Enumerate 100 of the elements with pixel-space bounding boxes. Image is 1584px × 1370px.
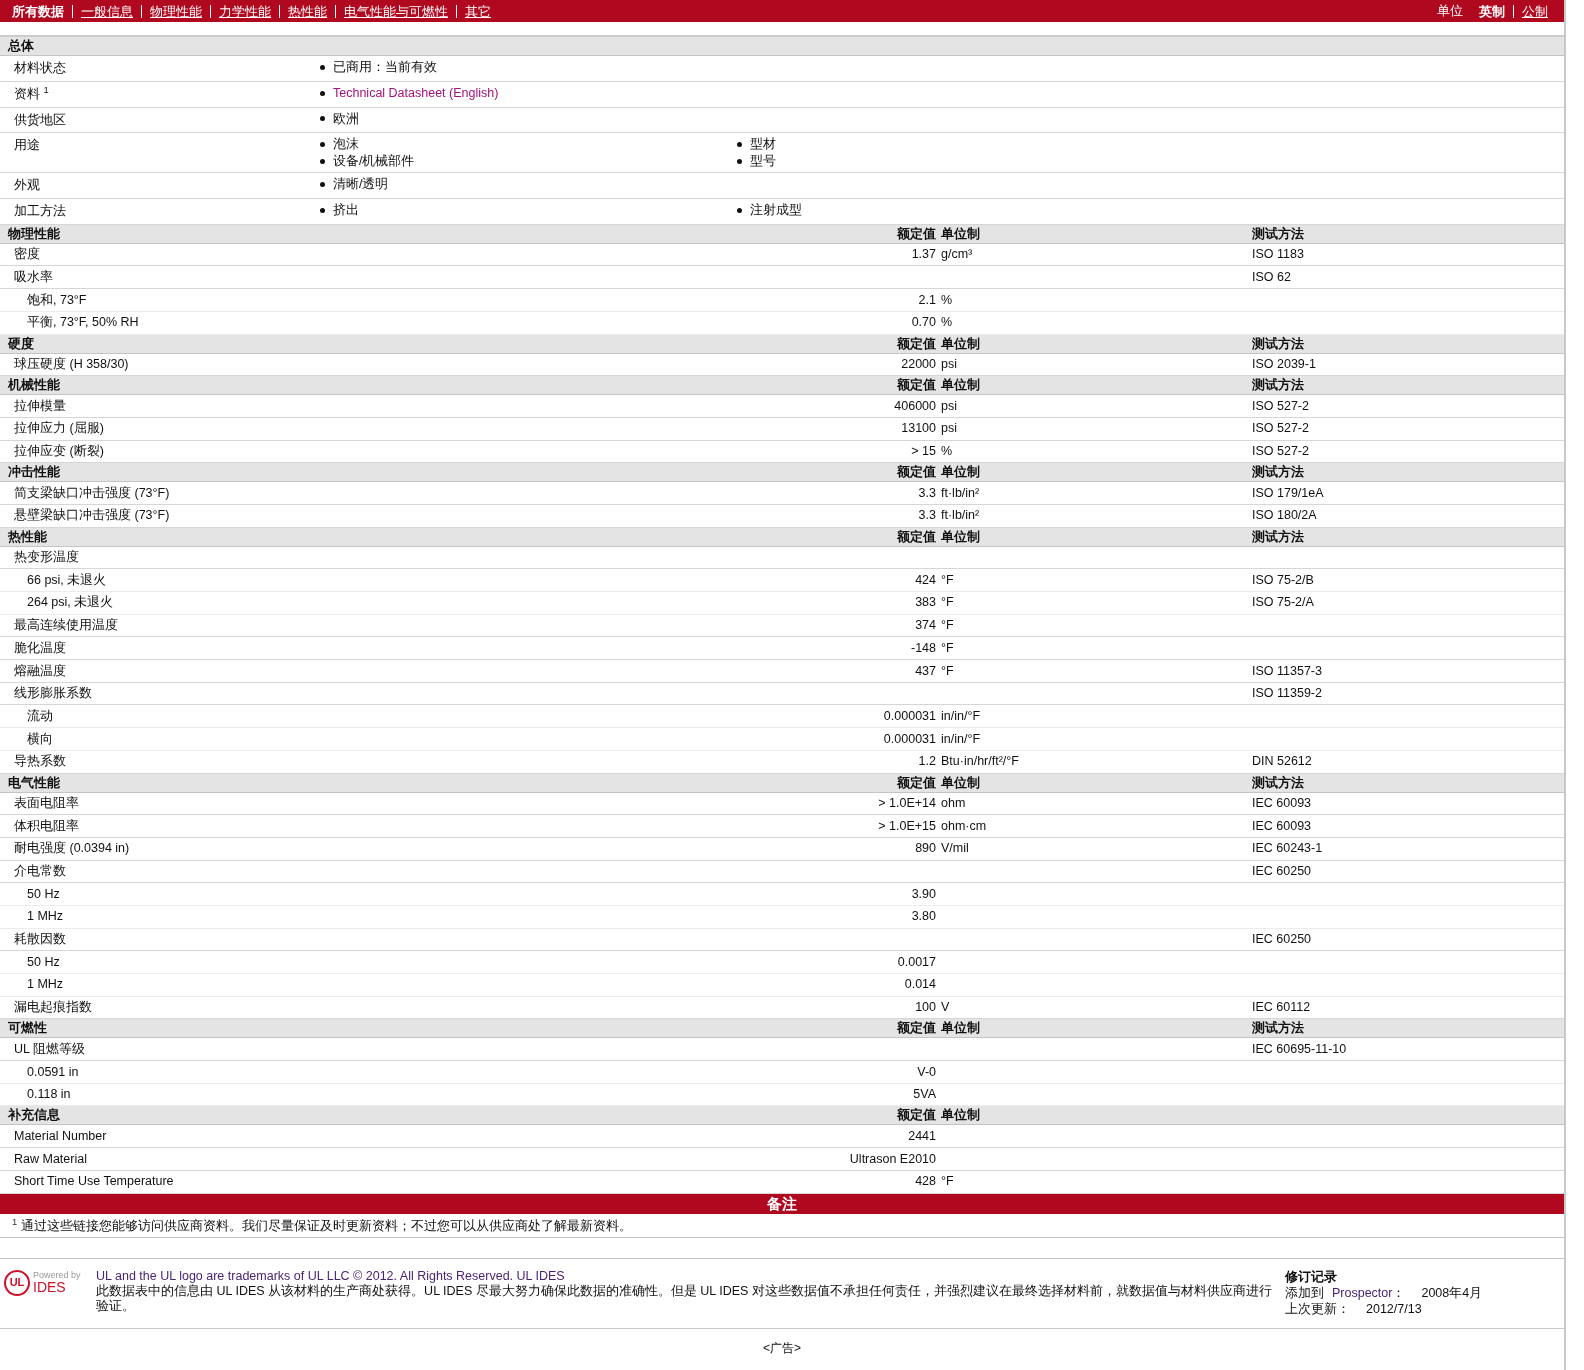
nav-link[interactable]: 热性能 <box>279 4 335 18</box>
colon-text: ： <box>1392 1284 1406 1301</box>
column-header: 额定值 <box>897 775 936 790</box>
row-label: 加工方法 <box>13 203 67 220</box>
method-cell-text: ISO 62 <box>1252 268 1292 286</box>
value-cell-text: 2.1 <box>917 291 936 309</box>
unit-cell-text: g/cm³ <box>940 246 974 264</box>
value-cell-text: 890 <box>914 840 936 858</box>
unit-cell-text: psi <box>940 397 958 415</box>
unit-cell-text: % <box>940 443 954 461</box>
property-label: 0.118 in <box>26 1086 72 1104</box>
property-label: 热变形温度 <box>13 549 80 567</box>
section-title: 总体 <box>6 38 35 55</box>
item-text: 注射成型 <box>750 202 802 219</box>
value-cell-text: 0.014 <box>903 976 936 994</box>
column-header: 测试方法 <box>1252 336 1304 351</box>
section-title: 可燃性 <box>8 1021 47 1036</box>
unit-cell-text: in/in/°F <box>940 730 982 748</box>
property-label: 拉伸应力 (屈服) <box>13 420 105 438</box>
value-cell-text: 5VA <box>912 1086 936 1104</box>
property-label: 介电常数 <box>13 863 67 881</box>
nav-link[interactable]: 物理性能 <box>141 4 210 18</box>
property-label: 密度 <box>13 246 41 264</box>
property-label: Material Number <box>13 1127 108 1145</box>
property-label: 1 MHz <box>26 908 65 926</box>
column-header: 额定值 <box>897 529 936 544</box>
property-label: 264 psi, 未退火 <box>26 594 115 612</box>
column-header: 额定值 <box>897 465 936 480</box>
column-header: 单位制 <box>941 1108 980 1123</box>
method-cell-text: ISO 11357-3 <box>1252 662 1323 680</box>
added-date: 2008年4月 <box>1421 1284 1483 1301</box>
column-header: 额定值 <box>897 336 936 351</box>
unit-link[interactable]: 公制 <box>1513 4 1556 18</box>
item-text: 清晰/透明 <box>333 176 389 193</box>
unit-cell-text: V/mil <box>940 840 970 858</box>
property-label: 横向 <box>26 730 54 748</box>
method-cell-text: IEC 60695-11-10 <box>1252 1040 1348 1058</box>
section-title: 电气性能 <box>8 775 60 790</box>
property-label: 表面电阻率 <box>13 794 80 812</box>
unit-cell-text: V <box>940 999 951 1017</box>
property-label: 导热系数 <box>13 753 67 771</box>
column-header: 单位制 <box>941 775 980 790</box>
item-text: 已商用：当前有效 <box>333 59 437 76</box>
property-label: 50 Hz <box>26 885 61 903</box>
column-header: 测试方法 <box>1252 226 1304 241</box>
unit-cell-text: in/in/°F <box>940 707 982 725</box>
column-header: 单位制 <box>941 1021 980 1036</box>
method-cell-text: IEC 60093 <box>1252 817 1313 835</box>
method-cell-text: ISO 527-2 <box>1252 443 1310 461</box>
method-cell-text: IEC 60093 <box>1252 794 1313 812</box>
bullet-icon <box>320 90 325 96</box>
value-cell-text: 0.0017 <box>896 953 936 971</box>
unit-cell-text: °F <box>940 639 955 657</box>
property-label: 50 Hz <box>26 953 61 971</box>
column-header: 额定值 <box>897 378 936 393</box>
value-cell-text: 13100 <box>900 420 936 438</box>
method-cell-text: IEC 60250 <box>1252 863 1313 881</box>
nav-link[interactable]: 电气性能与可燃性 <box>335 4 456 18</box>
nav-link[interactable]: 其它 <box>456 4 499 18</box>
property-label: Short Time Use Temperature <box>13 1173 175 1191</box>
datasheet-link[interactable]: Technical Datasheet (English) <box>333 84 499 102</box>
method-cell-text: ISO 75-2/B <box>1252 571 1315 589</box>
copyright-text: UL and the UL logo are trademarks of UL LLC © 2012. All Rights Reserved. UL IDES <box>96 1268 566 1284</box>
unit-cell-text: ohm·cm <box>940 817 988 835</box>
item-text: 型材 <box>750 136 776 153</box>
property-label: 流动 <box>26 707 54 725</box>
property-label: 66 psi, 未退火 <box>26 571 108 589</box>
column-header: 单位制 <box>941 529 980 544</box>
value-cell-text: 22000 <box>900 355 936 373</box>
footnote-text: $^{1}$ 通过这些链接您能够访问供应商资料。我们尽量保证及时更新资料；不过您可以从供应商处了解最新资料。 <box>12 1218 632 1233</box>
nav-link[interactable]: 一般信息 <box>72 4 141 18</box>
nav-link[interactable]: 力学性能 <box>210 4 279 18</box>
item-text: 设备/机械部件 <box>333 152 415 170</box>
value-cell-text: 3.80 <box>910 908 936 926</box>
unit-link[interactable]: 英制 <box>1471 4 1513 18</box>
nav-link[interactable]: 所有数据 <box>12 4 72 18</box>
column-header: 测试方法 <box>1252 529 1304 544</box>
column-header: 测试方法 <box>1252 378 1304 393</box>
method-cell-text: ISO 527-2 <box>1252 397 1310 415</box>
value-cell-text: 3.3 <box>917 507 936 525</box>
value-cell-text: -148 <box>909 639 936 657</box>
row-label: 用途 <box>13 137 41 155</box>
column-header: 单位制 <box>941 378 980 393</box>
unit-cell-text: °F <box>940 571 955 589</box>
prospector-link[interactable]: Prospector <box>1332 1284 1393 1301</box>
property-label: 简支梁缺口冲击强度 (73°F) <box>13 484 171 502</box>
property-label: Raw Material <box>13 1150 88 1168</box>
property-label: 耐电强度 (0.0394 in) <box>13 840 131 858</box>
value-cell-text: 437 <box>914 662 936 680</box>
units-label: 单位 <box>1437 2 1463 20</box>
updated-label: 上次更新： <box>1285 1300 1350 1317</box>
method-cell-text: ISO 2039-1 <box>1252 355 1317 373</box>
unit-cell-text: psi <box>940 420 958 438</box>
column-header: 额定值 <box>897 1021 936 1036</box>
property-label: 平衡, 73°F, 50% RH <box>26 314 140 332</box>
section-title: 冲击性能 <box>8 465 60 480</box>
value-cell-text: 374 <box>914 617 936 635</box>
method-cell-text: ISO 180/2A <box>1252 507 1318 525</box>
bullet-icon <box>320 158 325 164</box>
property-label: 拉伸模量 <box>13 397 67 415</box>
